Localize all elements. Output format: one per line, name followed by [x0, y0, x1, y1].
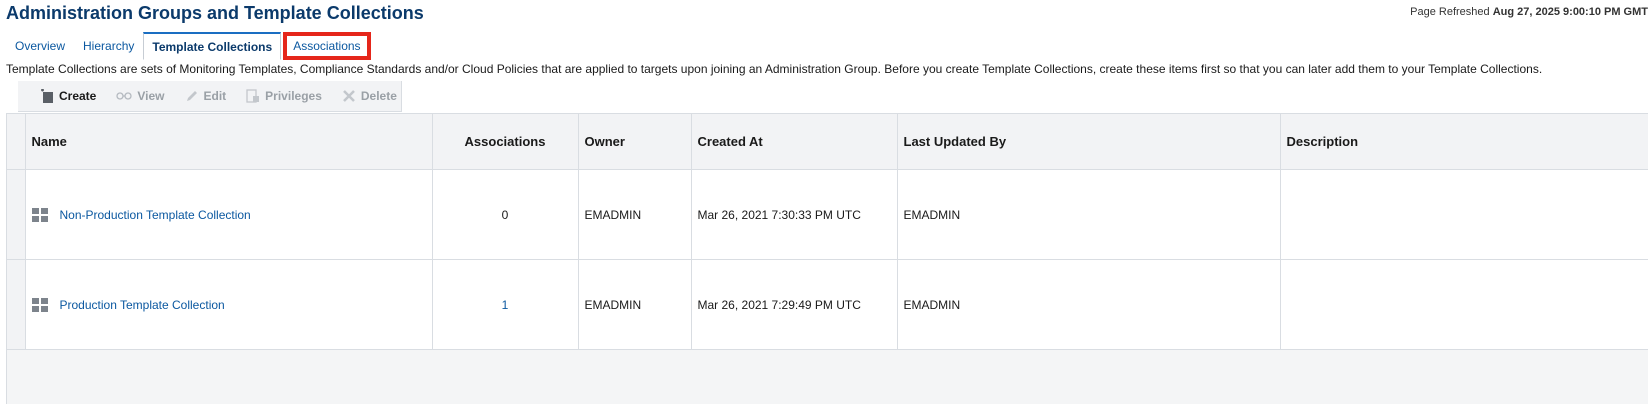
toolbar: Create View Edit Privileges Delete — [18, 81, 402, 112]
description-cell — [1280, 259, 1648, 350]
delete-x-icon — [342, 90, 355, 102]
refresh-timestamp: Aug 27, 2025 9:00:10 PM GMT — [1492, 6, 1648, 18]
tab-associations[interactable]: Associations — [283, 32, 371, 60]
column-header-owner[interactable]: Owner — [578, 114, 692, 170]
view-label: View — [137, 89, 165, 103]
page-title: Administration Groups and Template Colle… — [6, 3, 424, 23]
create-button[interactable]: Create — [32, 88, 104, 104]
page-description: Template Collections are sets of Monitor… — [6, 62, 1543, 76]
privileges-label: Privileges — [265, 89, 322, 103]
create-label: Create — [59, 89, 97, 103]
edit-label: Edit — [203, 89, 227, 103]
delete-label: Delete — [360, 89, 397, 103]
created-at-cell: Mar 26, 2021 7:30:33 PM UTC — [691, 169, 898, 260]
page-refreshed: Page Refreshed Aug 27, 2025 9:00:10 PM G… — [1410, 6, 1648, 18]
privileges-button[interactable]: Privileges — [238, 89, 330, 103]
associations-count-link[interactable]: 1 — [432, 259, 579, 350]
table-header-row: Name Associations Owner Created At Last … — [7, 114, 1648, 170]
column-header-created-at[interactable]: Created At — [691, 114, 898, 170]
table-row[interactable]: Production Template Collection 1 EMADMIN… — [7, 259, 1648, 350]
view-button[interactable]: View — [108, 89, 172, 103]
column-header-name[interactable]: Name — [25, 114, 433, 170]
description-cell — [1280, 169, 1648, 260]
tab-overview[interactable]: Overview — [6, 32, 74, 60]
refresh-label: Page Refreshed — [1410, 6, 1490, 18]
delete-button[interactable]: Delete — [334, 89, 405, 103]
last-updated-by-cell: EMADMIN — [897, 259, 1281, 350]
template-collection-icon — [31, 207, 48, 222]
pencil-icon — [186, 91, 197, 101]
name-cell: Production Template Collection — [25, 259, 433, 350]
owner-cell: EMADMIN — [578, 169, 692, 260]
created-at-cell: Mar 26, 2021 7:29:49 PM UTC — [691, 259, 898, 350]
template-collection-icon — [31, 297, 48, 312]
row-selector[interactable] — [7, 169, 26, 260]
glasses-icon — [116, 92, 133, 100]
template-collections-table-area: Name Associations Owner Created At Last … — [6, 113, 1648, 404]
collection-name-link[interactable]: Production Template Collection — [60, 298, 225, 312]
associations-count: 0 — [432, 169, 579, 260]
tab-bar: Overview Hierarchy Template Collections … — [6, 32, 1648, 60]
column-header-last-updated-by[interactable]: Last Updated By — [897, 114, 1281, 170]
last-updated-by-cell: EMADMIN — [897, 169, 1281, 260]
name-cell: Non-Production Template Collection — [25, 169, 433, 260]
row-selector[interactable] — [7, 259, 26, 350]
create-icon — [41, 88, 53, 103]
tab-template-collections[interactable]: Template Collections — [143, 32, 282, 60]
row-selector-header — [7, 114, 26, 170]
template-collections-table: Name Associations Owner Created At Last … — [7, 114, 1648, 350]
table-row[interactable]: Non-Production Template Collection 0 EMA… — [7, 169, 1648, 260]
edit-button[interactable]: Edit — [177, 89, 235, 103]
collection-name-link[interactable]: Non-Production Template Collection — [60, 208, 251, 222]
column-header-description[interactable]: Description — [1280, 114, 1648, 170]
tab-hierarchy[interactable]: Hierarchy — [74, 32, 143, 60]
privileges-icon — [246, 89, 260, 103]
column-header-associations[interactable]: Associations — [432, 114, 579, 170]
owner-cell: EMADMIN — [578, 259, 692, 350]
